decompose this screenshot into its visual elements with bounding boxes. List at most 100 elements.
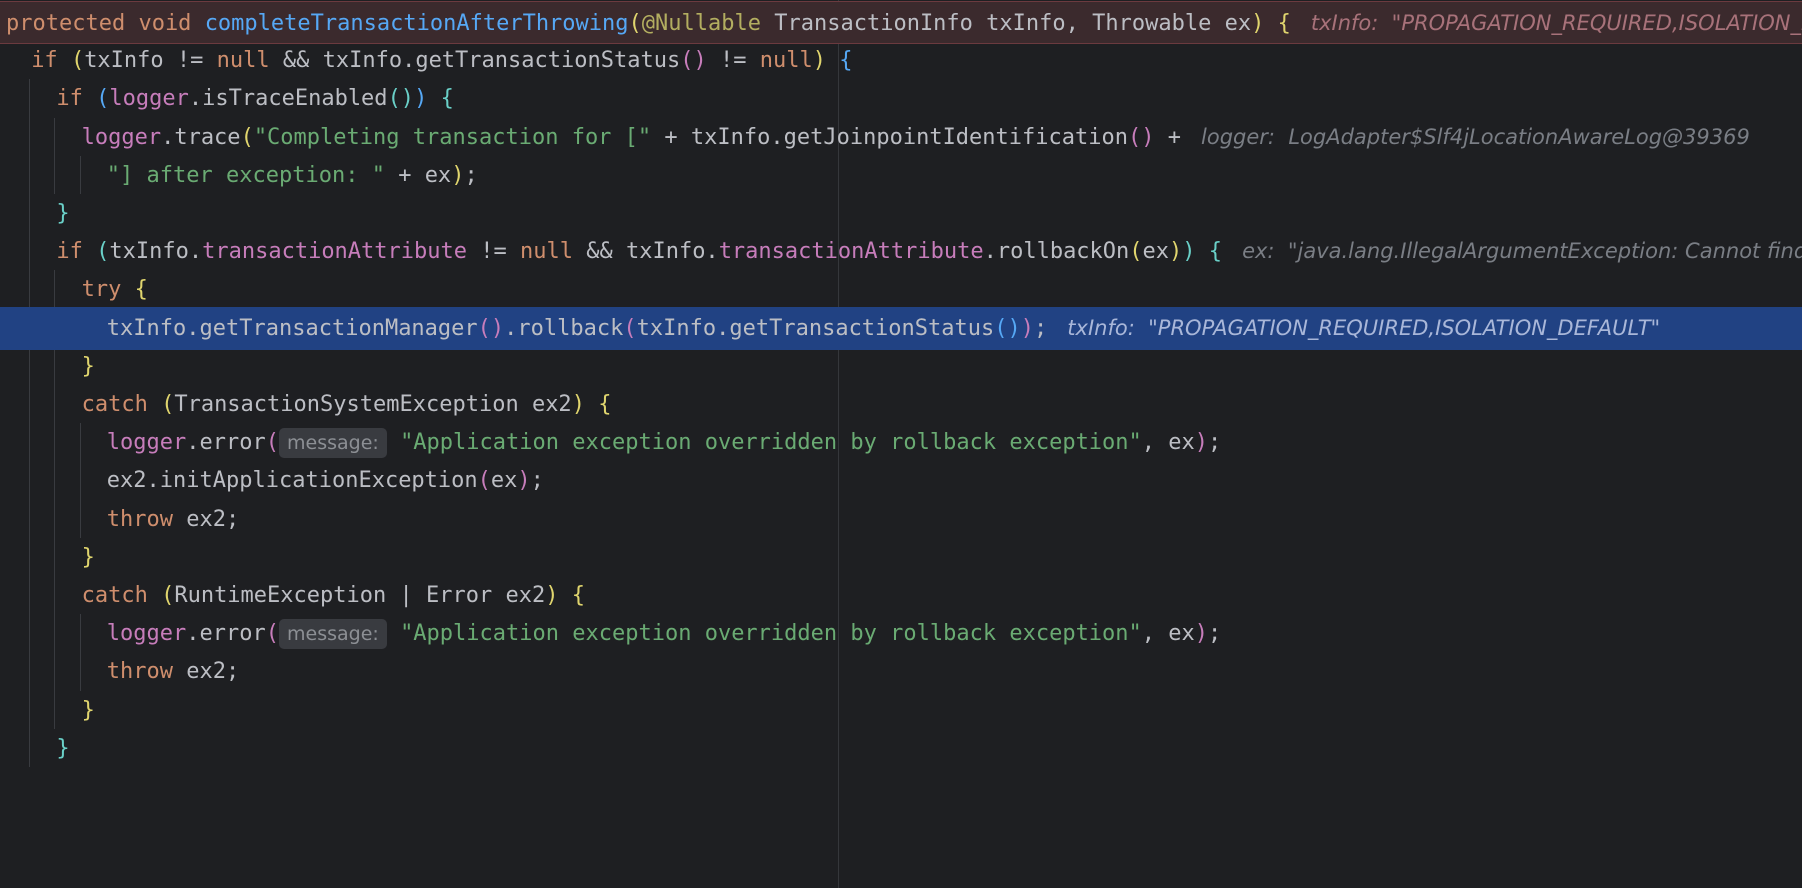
code-token: ; [1208, 621, 1222, 647]
code-line[interactable]: } [0, 727, 1802, 770]
code-token: + [1154, 124, 1181, 150]
code-line[interactable]: protected void completeTransactionAfterT… [0, 1, 1802, 44]
code-token: ex [490, 468, 518, 494]
code-editor[interactable]: protected void completeTransactionAfterT… [0, 0, 1802, 888]
code-token: "] after exception: " [106, 162, 385, 188]
code-token: } [81, 544, 95, 570]
code-token: null [520, 239, 573, 265]
code-line[interactable]: if (txInfo != null && txInfo.getTransact… [0, 39, 1802, 82]
code-line[interactable]: } [0, 345, 1802, 388]
code-token: ( [70, 48, 85, 74]
inline-debug-value[interactable]: logger: LogAdapter$Slf4jLocationAwareLog… [1181, 125, 1750, 149]
code-token: && txInfo. [572, 239, 719, 265]
code-line[interactable]: "] after exception: " + ex); [0, 154, 1802, 197]
code-token: ( [477, 468, 491, 494]
code-line[interactable]: throw ex2; [0, 650, 1802, 693]
code-line[interactable]: try { [0, 268, 1802, 311]
code-line[interactable]: ex2.initApplicationException(ex); [0, 459, 1802, 502]
code-token: != [706, 48, 760, 74]
code-token: .rollbackOn [983, 239, 1130, 265]
code-token: } [81, 353, 95, 379]
code-line[interactable]: catch (TransactionSystemException ex2) { [0, 383, 1802, 426]
inline-debug-value[interactable]: txInfo: "PROPAGATION_REQUIRED,ISOLATION_… [1291, 11, 1802, 35]
code-token: ) [1194, 430, 1209, 456]
code-token: () [387, 86, 415, 112]
code-token: completeTransactionAfterThrowing [204, 11, 629, 36]
code-token: txInfo. [109, 239, 203, 265]
code-token: { [440, 86, 454, 112]
inline-debug-value[interactable]: ex: "java.lang.IllegalArgumentException:… [1222, 239, 1802, 263]
code-token: ) [414, 86, 428, 112]
code-token: ; [530, 468, 544, 494]
code-token: if [56, 239, 97, 265]
code-token: transactionAttribute [718, 239, 984, 265]
code-token: () [994, 315, 1021, 341]
code-token: ex2.initApplicationException [106, 468, 478, 494]
code-token: TransactionSystemException ex2 [174, 392, 572, 417]
code-token: ) [1194, 621, 1209, 647]
code-token: ; [1034, 315, 1048, 341]
code-token: .rollback [504, 315, 624, 341]
code-token: ( [240, 124, 254, 150]
parameter-name-hint: message: [279, 619, 387, 650]
code-token: ex2; [186, 659, 240, 685]
code-token: txInfo.getTransactionStatus [636, 315, 995, 341]
code-line[interactable]: } [0, 536, 1802, 579]
code-token: throw [106, 506, 187, 532]
code-token: && txInfo.getTransactionStatus [269, 48, 681, 74]
code-token: ) [1169, 239, 1183, 265]
code-token: + ex [384, 162, 452, 188]
code-token: () [477, 315, 505, 341]
code-token: ( [623, 315, 637, 341]
parameter-name-hint: message: [279, 428, 387, 459]
code-token: ( [628, 11, 642, 36]
code-line[interactable]: } [0, 689, 1802, 732]
code-token: ) [451, 162, 465, 188]
code-token: { [839, 48, 853, 74]
code-token: protected void [6, 11, 205, 36]
code-token: "Completing transaction for [" [253, 124, 652, 150]
code-token: { [134, 277, 148, 303]
current-execution-line[interactable]: txInfo.getTransactionManager().rollback(… [0, 306, 1802, 350]
code-line[interactable]: } [0, 192, 1802, 235]
code-token: ) [571, 392, 585, 417]
code-token: RuntimeException | Error ex2 [174, 583, 546, 608]
code-line[interactable]: logger.trace("Completing transaction for… [0, 116, 1802, 159]
code-line[interactable]: logger.error(message: "Application excep… [0, 421, 1802, 464]
code-token: ) [812, 48, 826, 74]
code-token: ) [1020, 315, 1035, 341]
code-token: .trace [161, 124, 241, 150]
code-token: ( [265, 430, 280, 456]
code-token: ex2; [186, 506, 240, 532]
code-token: @Nullable [641, 11, 761, 36]
code-token: { [598, 392, 612, 417]
code-line[interactable]: logger.error(message: "Application excep… [0, 612, 1802, 655]
code-token: { [1277, 11, 1291, 36]
code-token: , ex [1141, 621, 1195, 647]
code-token: throw [106, 659, 187, 685]
code-token: ( [96, 239, 110, 265]
code-token: null [759, 48, 813, 74]
code-token: catch [81, 583, 162, 608]
code-token: ) [545, 583, 559, 608]
code-line[interactable]: catch (RuntimeException | Error ex2) { [0, 574, 1802, 617]
code-token: transactionAttribute [202, 239, 468, 265]
code-token: ( [96, 86, 110, 112]
code-line[interactable]: throw ex2; [0, 498, 1802, 541]
code-token: { [571, 583, 585, 608]
code-token: logger [81, 124, 162, 150]
code-token: TransactionInfo txInfo, Throwable ex [761, 11, 1252, 36]
code-token: } [56, 735, 70, 761]
code-token: ) [517, 468, 531, 494]
code-token: () [1128, 124, 1155, 150]
code-token: .error [186, 621, 266, 647]
code-line[interactable]: if (txInfo.transactionAttribute != null … [0, 230, 1802, 273]
code-token: null [216, 48, 270, 74]
code-line[interactable]: if (logger.isTraceEnabled()) { [0, 77, 1802, 120]
code-token: } [81, 697, 95, 723]
inline-debug-value[interactable]: txInfo: "PROPAGATION_REQUIRED,ISOLATION_… [1047, 316, 1660, 340]
